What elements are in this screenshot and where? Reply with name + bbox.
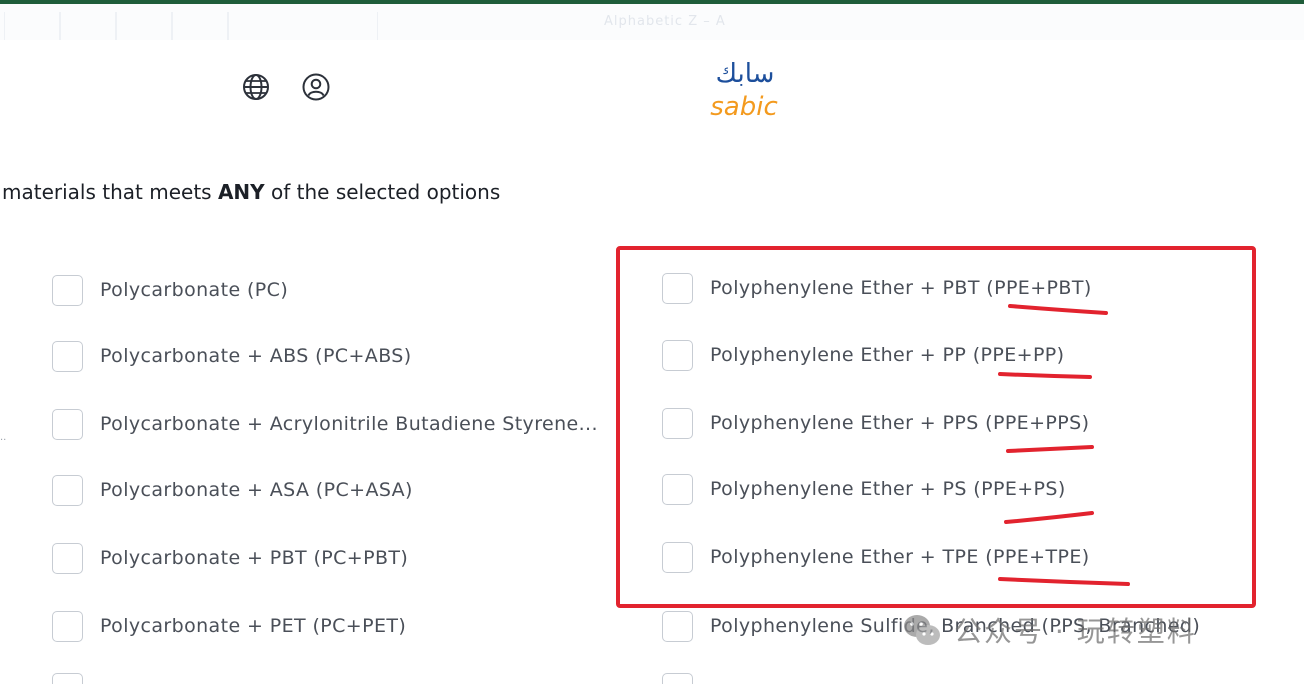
- checkbox[interactable]: [52, 610, 83, 642]
- filter-heading: materials that meets ANY of the selected…: [2, 180, 500, 204]
- checkbox[interactable]: [662, 541, 693, 573]
- option-pc-pet[interactable]: Polycarbonate + PET (PC+PET): [52, 610, 406, 642]
- checkbox[interactable]: [662, 610, 693, 642]
- option-partial[interactable]: [52, 672, 83, 684]
- watermark-text: 公众号 · 玩转塑料: [954, 615, 1197, 648]
- option-pc[interactable]: Polycarbonate (PC): [52, 274, 288, 306]
- underline-ppe-pps: [1006, 445, 1094, 453]
- sort-ghost-label: Alphabetic Z – A: [604, 14, 726, 29]
- checkbox[interactable]: [52, 340, 83, 372]
- underline-ppe-ps: [1004, 511, 1094, 524]
- logo-latin-text: sabic: [710, 92, 778, 122]
- toolbar-ghost-segment: [4, 12, 60, 40]
- option-label: Polyphenylene Ether + TPE (PPE+TPE): [710, 546, 1090, 568]
- option-pc-abs-styrene[interactable]: Polycarbonate + Acrylonitrile Butadiene …: [52, 408, 598, 440]
- toolbar-ghost-segment: [116, 12, 172, 40]
- option-label: Polycarbonate + ASA (PC+ASA): [100, 479, 413, 501]
- heading-emphasis: ANY: [217, 180, 265, 204]
- checkbox[interactable]: [662, 407, 693, 439]
- heading-prefix: materials that meets: [2, 180, 218, 204]
- underline-ppe-pbt: [1008, 304, 1108, 315]
- checkbox[interactable]: [52, 542, 83, 574]
- option-pc-asa[interactable]: Polycarbonate + ASA (PC+ASA): [52, 474, 413, 506]
- option-pc-pbt[interactable]: Polycarbonate + PBT (PC+PBT): [52, 542, 408, 574]
- checkbox[interactable]: [662, 672, 693, 684]
- toolbar-faint: Alphabetic Z – A: [0, 4, 1304, 40]
- checkbox[interactable]: [662, 473, 693, 505]
- checkbox[interactable]: [52, 274, 83, 306]
- toolbar-ghost-segment: [60, 12, 116, 40]
- option-label: Polyphenylene Ether + PP (PPE+PP): [710, 344, 1065, 366]
- option-label: Polycarbonate + ABS (PC+ABS): [100, 345, 412, 367]
- underline-ppe-pp: [998, 372, 1092, 379]
- wechat-icon: [904, 615, 940, 645]
- option-label: Polycarbonate + PBT (PC+PBT): [100, 547, 409, 569]
- option-label: Polyphenylene Ether + PS (PPE+PS): [710, 478, 1066, 500]
- logo-arabic-text: سابك: [716, 60, 775, 89]
- option-pc-abs[interactable]: Polycarbonate + ABS (PC+ABS): [52, 340, 412, 372]
- option-label: Polycarbonate (PC): [100, 279, 289, 301]
- option-ppe-tpe[interactable]: Polyphenylene Ether + TPE (PPE+TPE): [662, 541, 1090, 573]
- user-icon[interactable]: [301, 72, 331, 102]
- option-label: Polyphenylene Ether + PPS (PPE+PPS): [710, 412, 1090, 434]
- option-ppe-pbt[interactable]: Polyphenylene Ether + PBT (PPE+PBT): [662, 272, 1092, 304]
- overflow-dots: ..: [0, 432, 7, 443]
- watermark: 公众号 · 玩转塑料: [900, 608, 1197, 652]
- checkbox[interactable]: [662, 272, 693, 304]
- option-label: Polycarbonate + Acrylonitrile Butadiene …: [100, 413, 598, 435]
- sabic-logo[interactable]: سابك sabic: [686, 59, 804, 124]
- underline-ppe-tpe: [998, 577, 1130, 586]
- globe-icon[interactable]: [241, 72, 271, 102]
- checkbox[interactable]: [662, 339, 693, 371]
- option-ppe-ps[interactable]: Polyphenylene Ether + PS (PPE+PS): [662, 473, 1066, 505]
- heading-suffix: of the selected options: [264, 180, 501, 204]
- checkbox[interactable]: [52, 408, 83, 440]
- option-label: Polycarbonate + PET (PC+PET): [100, 615, 407, 637]
- option-partial[interactable]: [662, 672, 693, 684]
- toolbar-ghost-segment: [228, 12, 378, 40]
- checkbox[interactable]: [52, 672, 83, 684]
- option-label: Polyphenylene Ether + PBT (PPE+PBT): [710, 277, 1092, 299]
- checkbox[interactable]: [52, 474, 83, 506]
- toolbar-ghost-segment: [172, 12, 228, 40]
- option-ppe-pps[interactable]: Polyphenylene Ether + PPS (PPE+PPS): [662, 407, 1089, 439]
- option-ppe-pp[interactable]: Polyphenylene Ether + PP (PPE+PP): [662, 339, 1064, 371]
